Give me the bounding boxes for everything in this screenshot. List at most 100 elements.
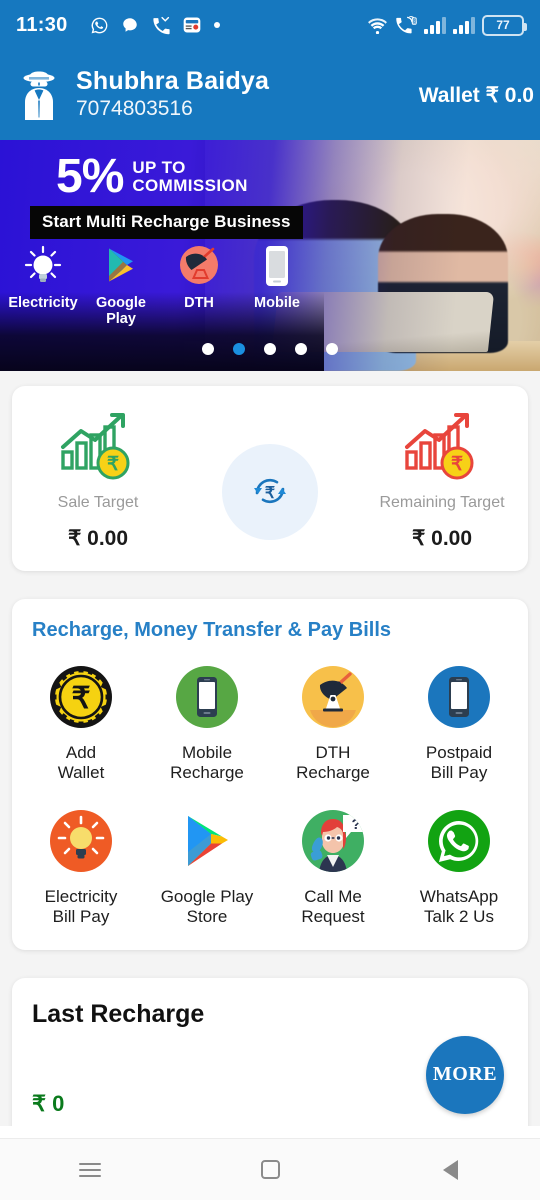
carousel-dot-active[interactable] xyxy=(233,343,245,355)
service-label-line1: Mobile xyxy=(181,743,233,762)
banner-app-label: Google Play xyxy=(96,295,146,327)
battery-indicator: 77 xyxy=(482,14,527,36)
more-dot-icon xyxy=(213,22,220,28)
service-whatsapp-talk-2-us[interactable]: WhatsApp Talk 2 Us xyxy=(396,804,522,928)
carousel-dot[interactable] xyxy=(264,343,276,355)
service-mobile-recharge[interactable]: Mobile Recharge xyxy=(144,660,270,784)
menu-lines-icon xyxy=(79,1159,101,1181)
service-label: Mobile Recharge xyxy=(144,743,270,784)
user-name: Shubhra Baidya xyxy=(76,67,270,96)
promo-banner-carousel[interactable]: 5% UP TO COMMISSION Start Multi Recharge… xyxy=(0,140,540,371)
carousel-dot[interactable] xyxy=(326,343,338,355)
growth-chart-green-icon: ₹ xyxy=(12,404,184,488)
status-bar-clock: 11:30 xyxy=(16,13,68,36)
remaining-target-value: ₹ 0.00 xyxy=(411,527,473,550)
remaining-target-label: Remaining Target xyxy=(379,494,505,511)
service-label: Google Play Store xyxy=(144,887,270,928)
svg-text:0: 0 xyxy=(413,20,415,24)
service-label-line1: Google Play xyxy=(160,886,254,906)
refresh-balance-button[interactable]: ₹ xyxy=(222,444,318,540)
home-square-icon xyxy=(260,1160,280,1179)
banner-app-list: Electricity Google Play DTH Mobile xyxy=(4,240,316,327)
status-bar-system-icons: 0 0 77 xyxy=(367,14,527,36)
carousel-dot[interactable] xyxy=(295,343,307,355)
service-label-line1: Postpaid xyxy=(425,743,493,762)
whatsapp-icon xyxy=(396,804,522,878)
home-button[interactable] xyxy=(225,1147,315,1193)
service-label: Call Me Request xyxy=(270,887,396,928)
service-electricity-bill-pay[interactable]: Electricity Bill Pay xyxy=(18,804,144,928)
bulb-orange-icon xyxy=(18,804,144,878)
more-button[interactable]: MORE xyxy=(426,1035,504,1114)
banner-app-mobile[interactable]: Mobile xyxy=(238,240,316,327)
back-button[interactable] xyxy=(405,1147,495,1193)
status-bar: 11:30 0 0 77 xyxy=(0,0,540,50)
banner-app-dth[interactable]: DTH xyxy=(160,240,238,327)
growth-chart-red-icon: ₹ xyxy=(356,404,528,488)
banner-offer-line1: UP TO xyxy=(132,158,186,178)
banner-app-electricity[interactable]: Electricity xyxy=(4,240,82,327)
google-play-icon xyxy=(82,240,160,292)
service-google-play-store[interactable]: Google Play Store xyxy=(144,804,270,928)
sale-target-label: Sale Target xyxy=(57,494,139,511)
banner-app-label: Mobile xyxy=(254,295,300,311)
service-label-line2: Bill Pay xyxy=(52,907,110,927)
service-postpaid-bill-pay[interactable]: Postpaid Bill Pay xyxy=(396,660,522,784)
missed-call-icon xyxy=(151,16,170,35)
mobile-blue-icon xyxy=(396,660,522,734)
service-label-line2: Bill Pay xyxy=(430,763,488,783)
app-header: Shubhra Baidya 7074803516 Wallet ₹ 0.0 xyxy=(0,50,540,140)
banner-offer-line2: COMMISSION xyxy=(132,175,248,195)
bulb-icon xyxy=(4,240,82,292)
carousel-dot[interactable] xyxy=(202,343,214,355)
mobile-green-icon xyxy=(144,660,270,734)
carousel-dots[interactable] xyxy=(0,343,540,355)
banner-app-google-play[interactable]: Google Play xyxy=(82,240,160,327)
service-label: Electricity Bill Pay xyxy=(18,887,144,928)
service-label-line2: Store xyxy=(186,907,228,927)
app-notification-icon xyxy=(182,15,202,35)
signal-bars-2-icon xyxy=(453,16,475,34)
service-label: Add Wallet xyxy=(18,743,144,784)
svg-text:₹: ₹ xyxy=(71,682,90,715)
service-label-line2: Talk 2 Us xyxy=(424,907,494,927)
status-bar-notification-icons xyxy=(90,15,220,35)
recents-button[interactable] xyxy=(45,1147,135,1193)
mobile-phone-icon xyxy=(238,240,316,292)
banner-content: 5% UP TO COMMISSION Start Multi Recharge… xyxy=(0,140,540,371)
services-card: Recharge, Money Transfer & Pay Bills ₹ A… xyxy=(12,599,528,950)
whatsapp-icon xyxy=(90,16,109,35)
banner-offer-percent: 5% xyxy=(56,150,124,203)
service-label-line1: DTH xyxy=(315,743,351,762)
service-label-line1: WhatsApp xyxy=(419,886,499,906)
satellite-dish-icon xyxy=(160,240,238,292)
service-add-wallet[interactable]: ₹ Add Wallet xyxy=(18,660,144,784)
service-label: WhatsApp Talk 2 Us xyxy=(396,887,522,928)
service-label: Postpaid Bill Pay xyxy=(396,743,522,784)
sale-target-value: ₹ 0.00 xyxy=(67,527,129,550)
message-icon xyxy=(121,16,139,34)
banner-strip-text: Start Multi Recharge Business xyxy=(30,206,303,239)
back-triangle-icon xyxy=(442,1159,458,1180)
service-label-line2: Request xyxy=(301,907,365,927)
service-label-line1: Electricity xyxy=(44,886,118,906)
svg-text:₹: ₹ xyxy=(265,485,275,502)
service-label-line1: Add xyxy=(65,743,97,762)
service-call-me-request[interactable]: ? Call Me Request xyxy=(270,804,396,928)
service-dth-recharge[interactable]: DTH Recharge xyxy=(270,660,396,784)
google-play-icon xyxy=(144,804,270,878)
dth-dish-icon xyxy=(270,660,396,734)
svg-text:?: ? xyxy=(352,816,361,833)
banner-offer-text: UP TO COMMISSION xyxy=(132,159,247,194)
banner-app-label: DTH xyxy=(184,295,214,311)
system-navigation-bar xyxy=(0,1138,540,1200)
wallet-balance[interactable]: Wallet ₹ 0.0 xyxy=(419,83,534,108)
svg-text:₹: ₹ xyxy=(107,454,119,475)
target-summary-card: ₹ Sale Target ₹ 0.00 ₹ Remaining Target … xyxy=(12,386,528,571)
support-agent-icon: ? xyxy=(270,804,396,878)
banner-offer: 5% UP TO COMMISSION xyxy=(56,150,248,203)
detective-logo-icon xyxy=(16,69,62,121)
service-label-line2: Recharge xyxy=(296,763,370,783)
signal-bars-1-icon xyxy=(424,16,446,34)
svg-text:₹: ₹ xyxy=(451,454,463,475)
